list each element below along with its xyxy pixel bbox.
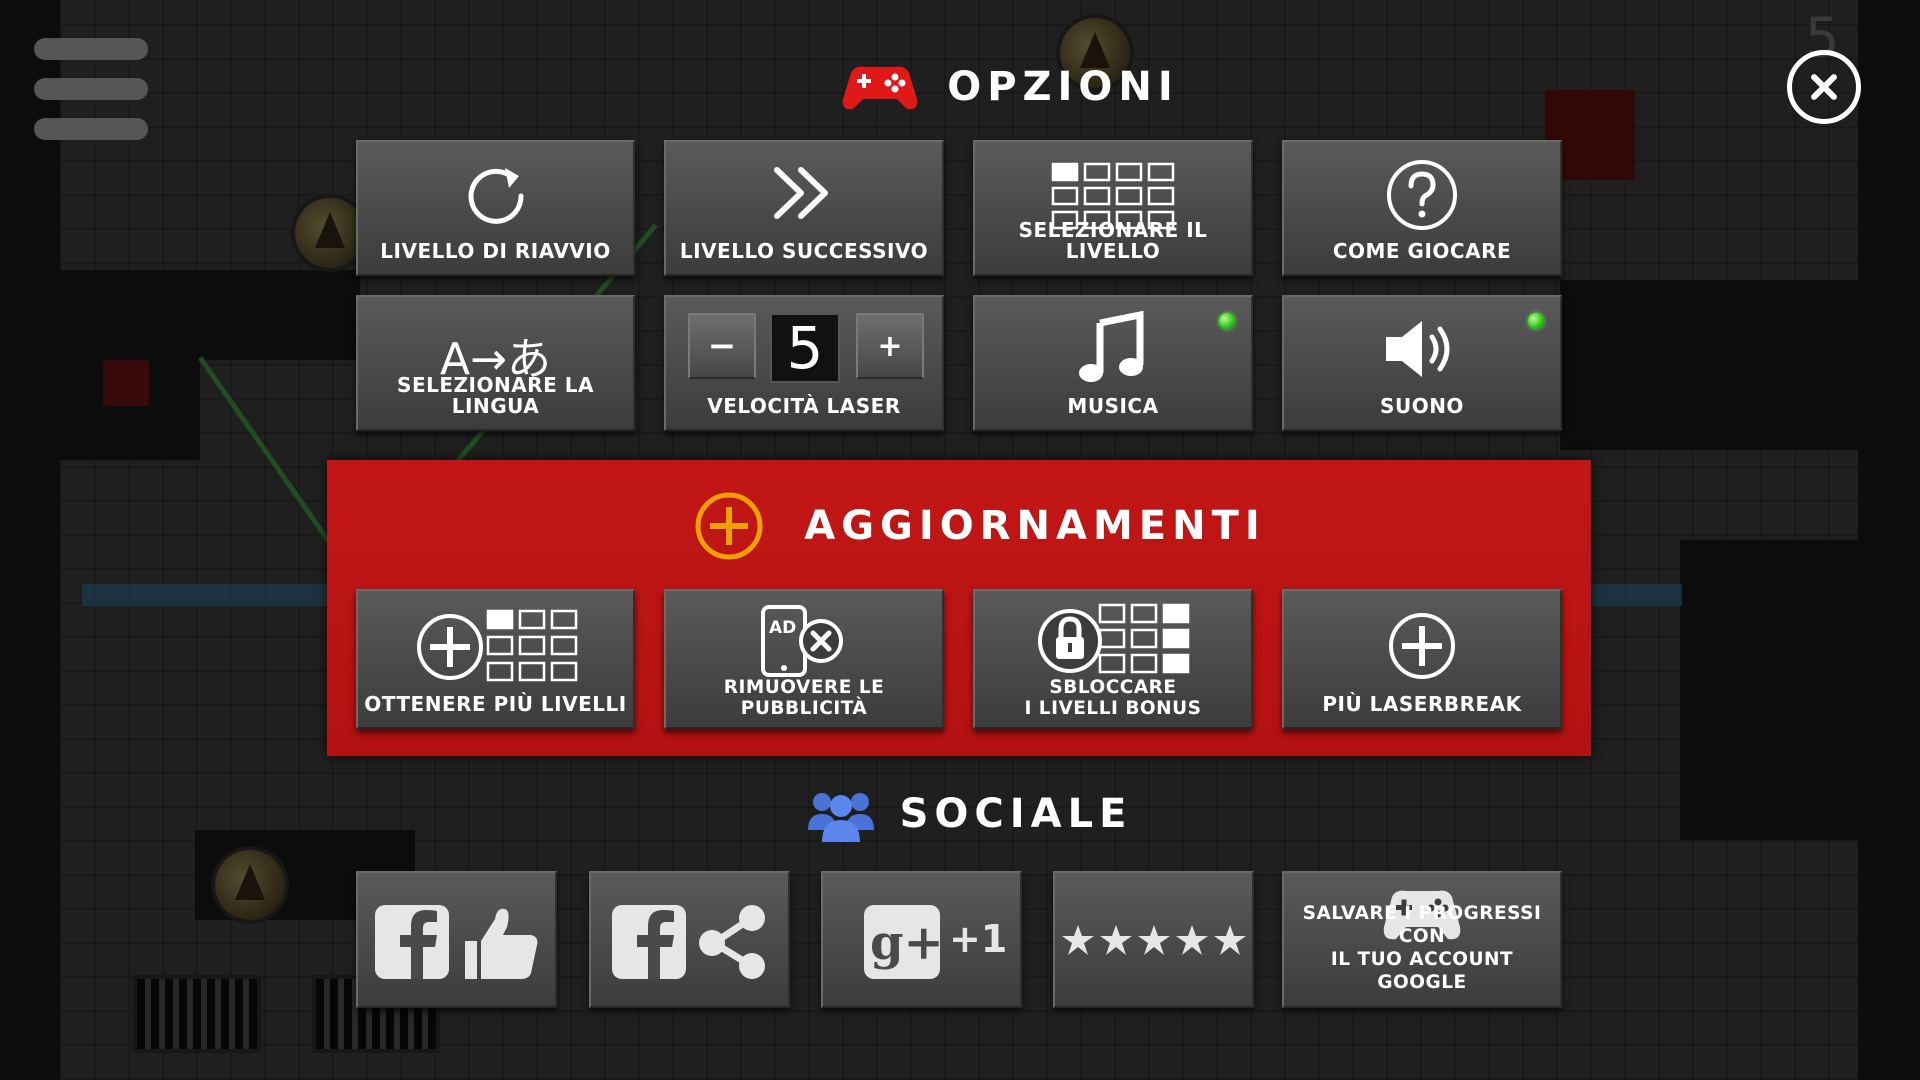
- remove-ads-line1: RIMUOVERE LE: [723, 677, 885, 698]
- music-note-icon: [1079, 310, 1144, 382]
- music-toggle-button[interactable]: MUSICA: [973, 295, 1253, 431]
- music-label: MUSICA: [1067, 394, 1159, 418]
- remove-ads-line2: PUBBLICITÀ: [740, 698, 868, 719]
- hamburger-menu-icon[interactable]: [34, 38, 148, 140]
- how-to-play-button[interactable]: COME GIOCARE: [1282, 140, 1562, 276]
- plus-one-text: +1: [949, 917, 1008, 961]
- more-levels-button[interactable]: OTTENERE PIÙ LIVELLI: [356, 589, 635, 729]
- facebook-like-button[interactable]: [356, 871, 557, 1008]
- select-level-label: SELEZIONARE IL LIVELLO: [1018, 218, 1208, 263]
- facebook-like-icon: [374, 905, 537, 979]
- how-to-play-label: COME GIOCARE: [1332, 239, 1512, 263]
- save-progress-line2: IL TUO ACCOUNT GOOGLE: [1330, 949, 1514, 993]
- sound-label: SUONO: [1380, 394, 1464, 418]
- speaker-icon: [1386, 321, 1450, 377]
- upgrades-header: AGGIORNAMENTI: [695, 490, 1260, 562]
- remove-ads-button[interactable]: AD RIMUOVERE LE PUBBLICITÀ: [664, 589, 944, 729]
- ad-text: AD: [769, 618, 796, 638]
- more-levels-label: OTTENERE PIÙ LIVELLI: [364, 692, 627, 716]
- unlock-bonus-line1: SBLOCCARE: [1049, 677, 1177, 698]
- facebook-share-button[interactable]: [589, 871, 790, 1008]
- laser-speed-value: 5: [770, 313, 840, 383]
- save-progress-google-button[interactable]: SALVARE I PROGRESSI CON IL TUO ACCOUNT G…: [1282, 871, 1562, 1008]
- people-icon: [807, 793, 874, 842]
- laser-speed-control: − 5 + VELOCITÀ LASER: [664, 295, 944, 431]
- google-plus-icon: g+: [863, 905, 944, 979]
- plus-circle-icon: [695, 492, 763, 560]
- gamepad-icon: [842, 66, 918, 110]
- save-progress-label: SALVARE I PROGRESSI CON IL TUO ACCOUNT G…: [1284, 902, 1560, 994]
- social-header: SOCIALE: [800, 778, 1140, 850]
- question-icon: [1387, 160, 1457, 230]
- upgrades-title: AGGIORNAMENTI: [804, 503, 1266, 549]
- thumbs-up-icon: [464, 941, 477, 979]
- plus-circle-icon: [1389, 613, 1455, 679]
- save-progress-line1: SALVARE I PROGRESSI CON: [1302, 903, 1542, 947]
- laser-speed-increase-button[interactable]: +: [856, 313, 924, 379]
- share-icon: [698, 905, 765, 979]
- more-laserbreak-label: PIÙ LASERBREAK: [1322, 692, 1522, 716]
- remove-ads-label: RIMUOVERE LE PUBBLICITÀ: [666, 677, 942, 719]
- google-plus-button[interactable]: g+ +1: [821, 871, 1022, 1008]
- options-header: OPZIONI: [800, 52, 1220, 122]
- svg-text:g+: g+: [870, 915, 944, 971]
- sound-toggle-button[interactable]: SUONO: [1282, 295, 1562, 431]
- restart-level-button[interactable]: LIVELLO DI RIAVVIO: [356, 140, 635, 276]
- facebook-share-icon: [611, 905, 765, 979]
- social-title: SOCIALE: [899, 791, 1133, 837]
- music-status-led: [1219, 313, 1235, 329]
- unlock-bonus-line2: I LIVELLI BONUS: [1024, 698, 1202, 719]
- sound-status-led: [1528, 313, 1544, 329]
- laser-speed-label: VELOCITÀ LASER: [707, 394, 901, 418]
- fast-forward-icon: [774, 167, 828, 219]
- unlock-bonus-levels-label: SBLOCCARE I LIVELLI BONUS: [975, 677, 1251, 719]
- close-icon[interactable]: [1787, 50, 1861, 124]
- restart-icon: [468, 168, 524, 224]
- stars-icon: [1061, 925, 1246, 955]
- level-grid-plus-icon: [416, 609, 577, 682]
- ad-phone-icon: AD: [761, 605, 843, 677]
- options-title: OPZIONI: [947, 64, 1179, 110]
- unlock-bonus-levels-button[interactable]: SBLOCCARE I LIVELLI BONUS: [973, 589, 1253, 729]
- select-level-button[interactable]: SELEZIONARE IL LIVELLO: [973, 140, 1253, 276]
- rate-app-button[interactable]: [1053, 871, 1254, 1008]
- next-level-button[interactable]: LIVELLO SUCCESSIVO: [664, 140, 944, 276]
- more-laserbreak-button[interactable]: PIÙ LASERBREAK: [1282, 589, 1562, 729]
- restart-level-label: LIVELLO DI RIAVVIO: [380, 239, 611, 263]
- laser-speed-decrease-button[interactable]: −: [688, 313, 756, 379]
- select-language-label: SELEZIONARE LA LINGUA: [397, 373, 594, 418]
- next-level-label: LIVELLO SUCCESSIVO: [679, 239, 929, 263]
- select-language-button[interactable]: A→あ SELEZIONARE LA LINGUA: [356, 295, 635, 431]
- lock-grid-icon: [1038, 603, 1190, 674]
